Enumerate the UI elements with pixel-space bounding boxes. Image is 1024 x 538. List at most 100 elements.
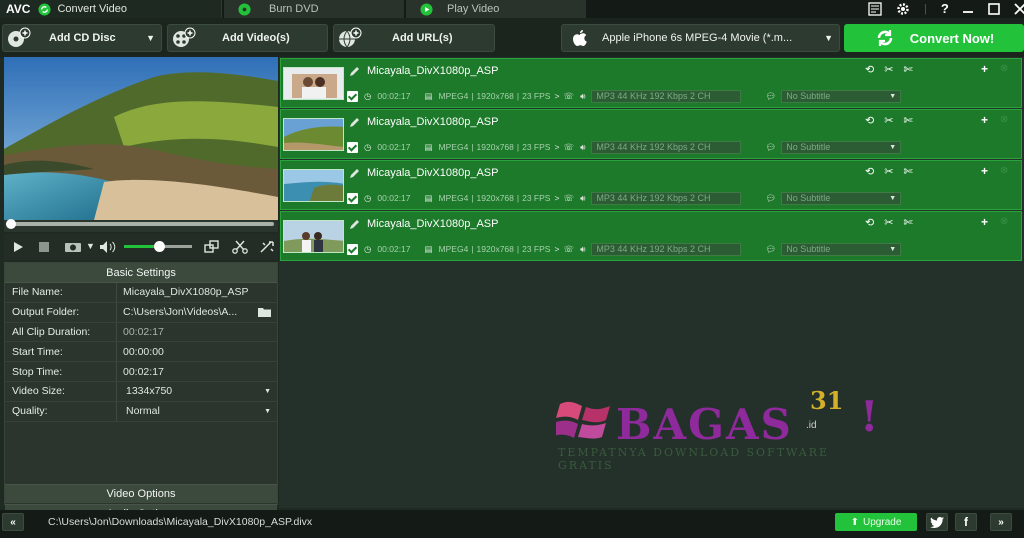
file-item[interactable]: Micayala_DivX1080p_ASP ⟲ ✂ ✄ + ⊗ ◷ 00:02… xyxy=(280,160,1022,210)
convert-now-button[interactable]: Convert Now! xyxy=(844,24,1024,52)
volume-icon[interactable] xyxy=(99,240,117,254)
add-icon[interactable]: + xyxy=(981,62,988,76)
convert-icon[interactable]: ⟲ xyxy=(865,165,874,178)
output-folder-field[interactable]: C:\Users\Jon\Videos\A... xyxy=(117,303,277,322)
file-resolution: 1920x768 xyxy=(476,142,514,152)
close-icon[interactable]: ⊗ xyxy=(1000,216,1008,227)
chevron-down-icon[interactable]: ▼ xyxy=(86,241,95,251)
item-checkbox[interactable] xyxy=(347,243,358,255)
scissors-icon[interactable]: ✂ xyxy=(884,63,893,76)
item-checkbox[interactable] xyxy=(347,90,358,102)
add-cd-disc-button[interactable]: Add CD Disc ▼ xyxy=(2,24,162,52)
preview-image xyxy=(4,57,278,220)
add-video-button[interactable]: Add Video(s) xyxy=(167,24,328,52)
subtitle-select[interactable]: No Subtitle ▼ xyxy=(781,242,902,256)
audio-track-select[interactable]: MP3 44 KHz 192 Kbps 2 CH xyxy=(591,242,742,256)
output-profile-select[interactable]: Apple iPhone 6s MPEG-4 Movie (*.m... ▼ xyxy=(561,24,840,52)
item-checkbox[interactable] xyxy=(347,141,358,153)
add-icon[interactable]: + xyxy=(981,215,988,229)
expand-right-button[interactable]: » xyxy=(990,513,1012,531)
volume-icon: 🔊︎ xyxy=(580,243,586,254)
facebook-button[interactable]: f xyxy=(955,513,977,531)
clock-icon: ◷ xyxy=(364,141,372,152)
gear-icon[interactable] xyxy=(896,2,910,16)
window-controls: | ? xyxy=(868,1,1024,16)
audio-track-select[interactable]: MP3 44 KHz 192 Kbps 2 CH xyxy=(591,89,742,103)
scissors-icon[interactable]: ✂ xyxy=(884,165,893,178)
scissors-icon[interactable] xyxy=(232,240,248,254)
basic-settings-header[interactable]: Basic Settings xyxy=(5,263,277,283)
effects-icon[interactable] xyxy=(259,240,275,254)
tab-convert-video[interactable]: AVC Convert Video xyxy=(0,0,222,18)
file-item[interactable]: Micayala_DivX1080p_ASP ⟲ ✂ ✄ + ⊗ ◷ 00:02… xyxy=(280,211,1022,261)
minimize-icon[interactable] xyxy=(961,2,975,16)
effects-icon[interactable]: ✄ xyxy=(903,165,912,178)
tab-burn-dvd[interactable]: Burn DVD xyxy=(224,0,404,18)
file-thumbnail xyxy=(283,67,344,100)
scissors-icon[interactable]: ✂ xyxy=(884,114,893,127)
video-size-select[interactable]: 1334x750 ▼ xyxy=(117,382,277,401)
edit-icon[interactable] xyxy=(349,117,360,128)
edit-icon[interactable] xyxy=(349,66,360,77)
register-icon[interactable] xyxy=(868,1,884,16)
file-item[interactable]: Micayala_DivX1080p_ASP ⟲ ✂ ✄ + ⊗ ◷ 00:02… xyxy=(280,109,1022,159)
chevron-down-icon[interactable]: ▼ xyxy=(146,33,155,43)
subtitle-label: No Subtitle xyxy=(786,91,831,101)
effects-icon[interactable]: ✄ xyxy=(903,63,912,76)
video-options-header[interactable]: Video Options xyxy=(5,483,277,503)
convert-icon[interactable]: ⟲ xyxy=(865,216,874,229)
upgrade-button[interactable]: ⬆ Upgrade xyxy=(835,513,917,531)
edit-icon[interactable] xyxy=(349,219,360,230)
file-name-field[interactable]: Micayala_DivX1080p_ASP xyxy=(117,283,277,302)
merge-icon[interactable] xyxy=(204,240,220,254)
start-time-field[interactable]: 00:00:00 xyxy=(117,342,277,361)
file-item[interactable]: Micayala_DivX1080p_ASP ⟲ ✂ ✄ + ⊗ ◷ 00:02… xyxy=(280,58,1022,108)
help-icon[interactable]: ? xyxy=(941,1,949,16)
effects-icon[interactable]: ✄ xyxy=(903,216,912,229)
edit-icon[interactable] xyxy=(349,168,360,179)
tab-play-video[interactable]: Play Video xyxy=(406,0,586,18)
seek-handle[interactable] xyxy=(6,219,16,229)
stop-time-field[interactable]: 00:02:17 xyxy=(117,362,277,381)
quality-select[interactable]: Normal ▼ xyxy=(117,402,277,421)
effects-icon[interactable]: ✄ xyxy=(903,114,912,127)
file-meta: ◷ 00:02:17 ▤ MPEG4 | 1920x768 | 23 FPS > ☏… xyxy=(347,140,902,154)
close-icon[interactable]: ⊗ xyxy=(1000,63,1008,74)
collapse-left-button[interactable]: « xyxy=(2,513,24,531)
volume-handle[interactable] xyxy=(154,241,165,252)
convert-icon[interactable]: ⟲ xyxy=(865,114,874,127)
scissors-icon[interactable]: ✂ xyxy=(884,216,893,229)
setting-value: 00:00:00 xyxy=(123,345,164,358)
add-url-button[interactable]: Add URL(s) xyxy=(333,24,495,52)
seek-bar[interactable] xyxy=(4,219,278,232)
snapshot-icon[interactable] xyxy=(64,241,82,253)
audio-track-select[interactable]: MP3 44 KHz 192 Kbps 2 CH xyxy=(591,191,742,205)
add-icon[interactable]: + xyxy=(981,113,988,127)
item-checkbox[interactable] xyxy=(347,192,358,204)
subtitle-select[interactable]: No Subtitle ▼ xyxy=(781,191,902,205)
close-icon[interactable]: ⊗ xyxy=(1000,165,1008,176)
chevron-down-icon: ▼ xyxy=(264,387,271,395)
profile-label: Apple iPhone 6s MPEG-4 Movie (*.m... xyxy=(602,32,793,44)
thumbnail-image xyxy=(284,119,343,150)
file-name[interactable]: Micayala_DivX1080p_ASP xyxy=(367,218,498,230)
stop-icon[interactable] xyxy=(38,241,50,253)
add-disc-icon xyxy=(8,27,31,47)
close-icon[interactable]: ⊗ xyxy=(1000,114,1008,125)
subtitle-select[interactable]: No Subtitle ▼ xyxy=(781,140,902,154)
maximize-icon[interactable] xyxy=(987,2,1001,16)
folder-icon[interactable] xyxy=(258,307,271,318)
file-meta: ◷ 00:02:17 ▤ MPEG4 | 1920x768 | 23 FPS > ☏… xyxy=(347,89,902,103)
subtitle-select[interactable]: No Subtitle ▼ xyxy=(781,89,902,103)
twitter-button[interactable] xyxy=(926,513,948,531)
convert-icon[interactable]: ⟲ xyxy=(865,63,874,76)
file-name[interactable]: Micayala_DivX1080p_ASP xyxy=(367,65,498,77)
audio-track-select[interactable]: MP3 44 KHz 192 Kbps 2 CH xyxy=(591,140,742,154)
file-name[interactable]: Micayala_DivX1080p_ASP xyxy=(367,116,498,128)
add-icon[interactable]: + xyxy=(981,164,988,178)
file-name[interactable]: Micayala_DivX1080p_ASP xyxy=(367,167,498,179)
close-icon[interactable] xyxy=(1013,2,1024,16)
subtitle-icon: 💬︎ xyxy=(765,141,777,152)
play-icon[interactable] xyxy=(12,241,24,253)
setting-row-quality: Quality: Normal ▼ xyxy=(5,401,277,422)
